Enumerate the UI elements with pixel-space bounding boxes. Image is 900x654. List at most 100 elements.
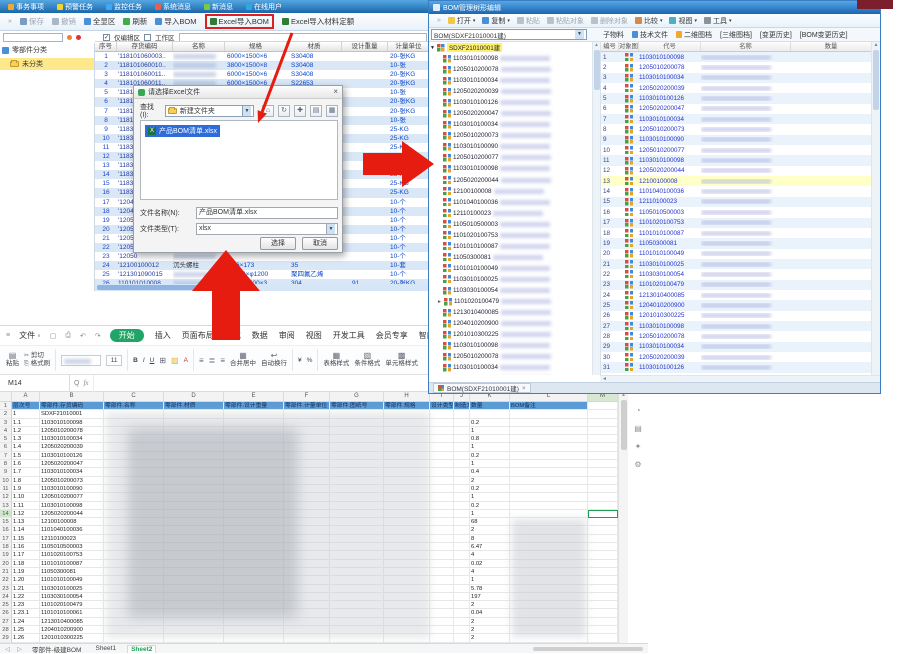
cell[interactable]	[588, 634, 618, 642]
cell[interactable]	[510, 609, 588, 617]
bom-table-row[interactable]: 221103030100054	[601, 269, 871, 279]
cell[interactable]: 1103010100034	[40, 435, 104, 443]
cell[interactable]: 6.47	[470, 543, 510, 551]
search-icon[interactable]: Q	[70, 380, 83, 387]
tree-item[interactable]: 1101020100753	[430, 230, 592, 241]
row-header-9[interactable]: 9	[0, 468, 12, 476]
cell[interactable]	[164, 551, 224, 559]
cell[interactable]	[588, 460, 618, 468]
new-folder-icon[interactable]: ✚	[294, 105, 306, 117]
cell[interactable]	[384, 618, 430, 626]
cell[interactable]	[384, 435, 430, 443]
cell[interactable]	[384, 576, 430, 584]
cell[interactable]	[284, 576, 330, 584]
cell[interactable]	[330, 618, 384, 626]
tree-item[interactable]: 1201010300225	[430, 329, 592, 340]
cell[interactable]	[330, 419, 384, 427]
cell[interactable]	[430, 419, 454, 427]
select-button[interactable]: 选择	[260, 237, 296, 250]
cell[interactable]: 1103010100126	[40, 452, 104, 460]
cell[interactable]	[284, 618, 330, 626]
plm-menu-item-5[interactable]: 新消息	[204, 2, 233, 12]
cell[interactable]	[430, 502, 454, 510]
cell[interactable]: 1.18	[12, 560, 40, 568]
sidebar-filter-input[interactable]	[3, 33, 63, 42]
tree-scrollbar[interactable]: ▲	[592, 42, 600, 375]
cell[interactable]	[164, 626, 224, 634]
cell[interactable]	[224, 443, 284, 451]
cell[interactable]	[588, 427, 618, 435]
cell[interactable]	[224, 626, 284, 634]
cell[interactable]	[510, 543, 588, 551]
cell[interactable]	[510, 410, 588, 418]
cell[interactable]: 2	[470, 618, 510, 626]
wrap-text-button[interactable]: ↩自动换行	[261, 352, 287, 368]
refresh-icon[interactable]: ↻	[278, 105, 290, 117]
paste-button[interactable]: ▤粘贴	[6, 352, 19, 368]
bom-toolbar-粘贴[interactable]: 粘贴	[517, 16, 540, 26]
cell[interactable]	[454, 568, 470, 576]
font-name-select[interactable]	[61, 355, 101, 366]
cell[interactable]	[104, 609, 164, 617]
tree-item[interactable]: 11050300081	[430, 252, 592, 263]
bom-selector-combobox[interactable]: BOM(SDXF21010001建) ▼	[431, 29, 587, 40]
excel-tab-审阅[interactable]: 审阅	[279, 330, 295, 341]
cell[interactable]: 12110100023	[40, 535, 104, 543]
cell[interactable]: 12100100008	[40, 518, 104, 526]
cell[interactable]	[330, 609, 384, 617]
cell[interactable]: 197	[470, 593, 510, 601]
table-row[interactable]: 25'121301090015φ1246×φ1200聚四氟乙烯10-个	[95, 270, 430, 279]
cell[interactable]	[164, 593, 224, 601]
cell[interactable]	[224, 609, 284, 617]
cell[interactable]	[588, 551, 618, 559]
cell[interactable]	[384, 543, 430, 551]
cell[interactable]	[104, 477, 164, 485]
cell[interactable]: SDXF21010001	[40, 410, 104, 418]
cell[interactable]: 1.8	[12, 477, 40, 485]
column-header-F[interactable]: F	[284, 392, 330, 401]
cell[interactable]	[454, 427, 470, 435]
cell[interactable]	[164, 576, 224, 584]
row-header-10[interactable]: 10	[0, 477, 12, 485]
cell[interactable]	[330, 585, 384, 593]
cell[interactable]	[510, 560, 588, 568]
cell[interactable]	[430, 518, 454, 526]
bom-tab-子物料[interactable]: 子物料	[603, 30, 624, 40]
cell[interactable]	[224, 419, 284, 427]
sidebar-tool-icon[interactable]: ◔	[636, 406, 641, 415]
cell[interactable]	[588, 402, 618, 410]
cell[interactable]	[588, 485, 618, 493]
cell[interactable]: 1.10	[12, 493, 40, 501]
bom-table-row[interactable]: 1512110100023	[601, 197, 871, 207]
tree-item[interactable]: 1103010100098	[430, 340, 592, 351]
fx-icon[interactable]: fx	[83, 379, 88, 387]
bom-column-header-名称[interactable]: 名称	[701, 42, 791, 51]
file-item-selected[interactable]: X 产品BOM清单.xlsx	[145, 125, 220, 137]
cell[interactable]	[588, 626, 618, 634]
format-painter-button[interactable]: ⎘ 格式刷	[24, 360, 50, 368]
plm-menu-item-6[interactable]: 在线用户	[246, 2, 282, 12]
cell[interactable]	[588, 452, 618, 460]
cell[interactable]	[164, 485, 224, 493]
bom-toolbar-打开[interactable]: 打开▾	[448, 16, 476, 26]
cell[interactable]	[164, 585, 224, 593]
bom-column-header-代号[interactable]: 代号	[639, 42, 701, 51]
row-header-1[interactable]: 1	[0, 402, 12, 410]
cell[interactable]: 1205020200039	[40, 443, 104, 451]
cell[interactable]: 1.23.1	[12, 609, 40, 617]
cell[interactable]	[430, 410, 454, 418]
tree-item[interactable]: 1103010100034	[430, 362, 592, 373]
cell[interactable]	[104, 576, 164, 584]
cell[interactable]	[510, 493, 588, 501]
cell[interactable]	[588, 419, 618, 427]
cell[interactable]: 1201010300225	[40, 634, 104, 642]
cell[interactable]	[330, 601, 384, 609]
row-header-18[interactable]: 18	[0, 543, 12, 551]
cell[interactable]	[430, 609, 454, 617]
cell[interactable]	[104, 518, 164, 526]
cell[interactable]: 0.4	[470, 468, 510, 476]
cell[interactable]	[284, 601, 330, 609]
cell[interactable]: 1.15	[12, 535, 40, 543]
bom-table-vscrollbar[interactable]: ▲	[871, 42, 880, 375]
toolbar-button-全显区[interactable]: 全显区	[84, 16, 116, 27]
